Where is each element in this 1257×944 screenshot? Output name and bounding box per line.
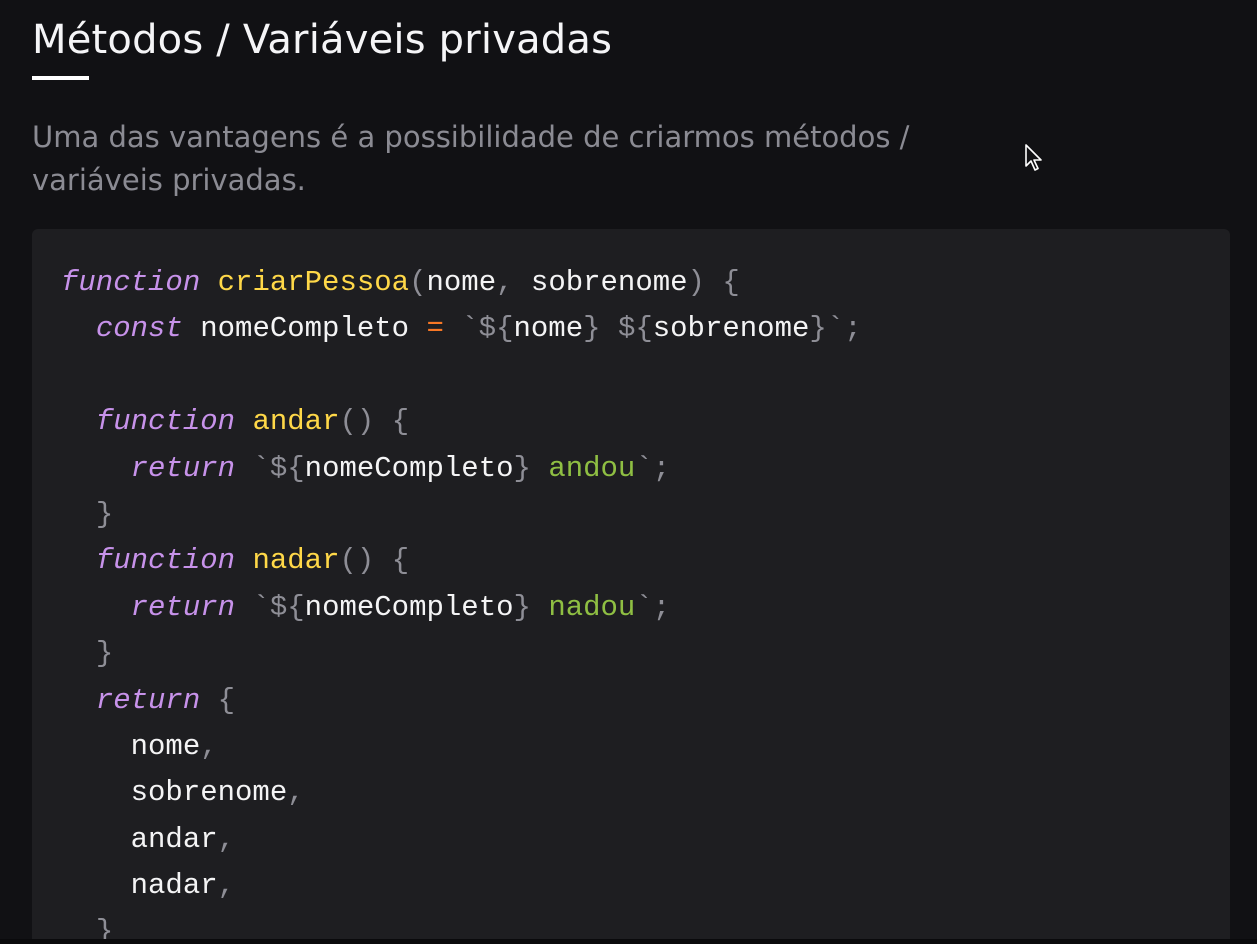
identifier-token [601,312,618,345]
punctuation-token: { [391,544,410,578]
punctuation-token: , [217,822,236,856]
code-line: } [61,631,862,677]
code-line: function nadar() { [61,538,862,584]
identifier-token: nome [426,266,497,299]
punctuation-token: { [722,266,740,299]
section-heading: Métodos / Variáveis privadas [32,17,613,63]
identifier-token [61,405,96,438]
function-name-token: andar [252,405,340,439]
identifier-token: sobrenome [652,312,810,346]
keyword-token: function [61,266,201,299]
section-description: Uma das vantagens é a possibilidade de c… [32,120,910,197]
keyword-token: function [95,544,236,578]
punctuation-token: `; [635,451,671,485]
code-line: function criarPessoa(nome, sobrenome) { [61,260,862,306]
punctuation-token: `${ [461,312,514,346]
identifier-token [61,591,131,624]
code-line: } [61,492,862,538]
code-line: nome, [61,724,862,770]
keyword-token: const [95,312,183,346]
punctuation-token: , [496,266,514,299]
code-line: return `${nomeCompleto} andou`; [61,446,862,492]
identifier-token [61,312,96,345]
code-line: return `${nomeCompleto} nadou`; [61,585,862,631]
identifier-token [235,544,252,577]
identifier-token: andar [61,822,218,856]
code-line: function andar() { [61,399,862,445]
identifier-token: nome [513,312,584,346]
punctuation-token: () [339,544,375,578]
punctuation-token: ) [687,266,705,299]
identifier-token [444,312,461,345]
punctuation-token: }`; [809,312,862,346]
heading-underline [32,76,89,80]
identifier-token [61,544,96,577]
code-block[interactable]: function criarPessoa(nome, sobrenome) { … [32,229,1230,944]
punctuation-token: ${ [617,312,653,346]
identifier-token [374,544,391,577]
keyword-token: function [95,405,236,439]
identifier-token [61,684,96,717]
punctuation-token: } [95,637,114,671]
function-name-token: nadar [252,544,340,578]
keyword-token: return [130,451,236,485]
identifier-token [235,405,252,438]
identifier-token [61,637,96,670]
identifier-token [61,498,96,531]
identifier-token: sobrenome [513,266,688,299]
operator-token: = [426,312,444,346]
punctuation-token: } [513,451,531,485]
identifier-token [235,452,252,485]
identifier-token: nomeCompleto [182,312,427,346]
identifier-token: nome [61,729,201,763]
identifier-token [61,452,131,485]
identifier-token: nomeCompleto [304,590,514,624]
code-line: nadar, [61,863,862,909]
punctuation-token: { [391,405,410,439]
identifier-token [705,266,722,299]
code-line: return { [61,678,862,724]
punctuation-token: , [217,869,236,903]
code-line: const nomeCompleto = `${nome} ${sobrenom… [61,306,862,352]
code-lines: function criarPessoa(nome, sobrenome) { … [61,260,862,944]
article-page: Métodos / Variáveis privadas Uma das van… [0,0,1257,944]
punctuation-token: ( [409,266,427,299]
punctuation-token: `${ [252,590,305,624]
punctuation-token: `${ [252,451,305,485]
keyword-token: return [130,590,236,624]
punctuation-token: , [200,729,218,763]
keyword-token: return [95,683,201,717]
punctuation-token: `; [635,590,671,624]
identifier-token [200,266,217,299]
punctuation-token: } [95,497,114,531]
bottom-edge [0,939,1257,944]
identifier-token: nomeCompleto [304,451,514,485]
mouse-pointer-icon [1025,144,1042,171]
punctuation-token: () [339,405,375,439]
identifier-token [235,591,252,624]
punctuation-token: , [287,776,305,810]
code-line: andar, [61,817,862,863]
identifier-token [200,684,217,717]
punctuation-token: } [583,312,601,346]
string-token: nadou [530,590,636,624]
identifier-token: nadar [61,869,218,903]
punctuation-token: } [513,590,531,624]
punctuation-token: { [217,683,236,717]
code-line: sobrenome, [61,770,862,816]
function-name-token: criarPessoa [217,266,410,299]
identifier-token: sobrenome [61,776,288,810]
identifier-token [374,405,391,438]
code-content[interactable]: function criarPessoa(nome, sobrenome) { … [61,260,862,944]
string-token: andou [530,451,636,485]
